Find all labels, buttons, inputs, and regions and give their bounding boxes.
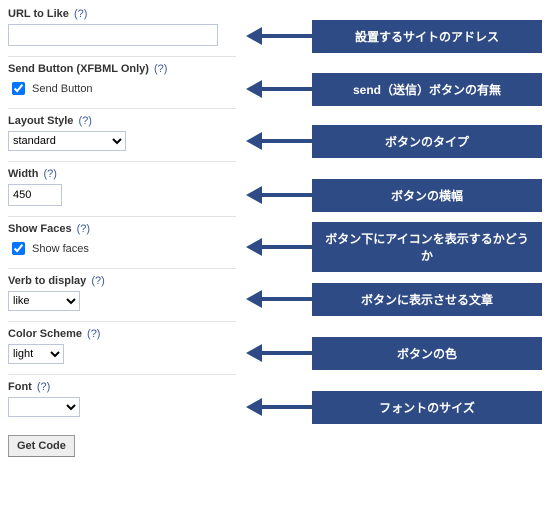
- width-input[interactable]: [8, 184, 62, 206]
- label-layout: Layout Style (?): [8, 115, 236, 127]
- get-code-button[interactable]: Get Code: [8, 435, 75, 457]
- help-icon[interactable]: (?): [91, 275, 104, 287]
- annot-width: ボタンの横幅: [246, 168, 542, 222]
- annot-send: send（送信）ボタンの有無: [246, 64, 542, 114]
- label-text: Send Button (XFBML Only): [8, 63, 149, 75]
- annot-faces: ボタン下にアイコンを表示するかどうか: [246, 222, 542, 272]
- annot-text: send（送信）ボタンの有無: [312, 73, 542, 106]
- section-color: Color Scheme (?) light: [8, 321, 236, 374]
- label-text: Font: [8, 381, 32, 393]
- send-checkbox-label: Send Button: [32, 83, 93, 95]
- annot-text: ボタンのタイプ: [312, 125, 542, 158]
- label-url: URL to Like (?): [8, 8, 236, 20]
- annot-color: ボタンの色: [246, 326, 542, 380]
- font-select[interactable]: [8, 397, 80, 417]
- label-text: Layout Style: [8, 115, 73, 127]
- annot-text: ボタン下にアイコンを表示するかどうか: [312, 222, 542, 272]
- section-faces: Show Faces (?) Show faces: [8, 216, 236, 268]
- help-icon[interactable]: (?): [87, 328, 100, 340]
- annotation-column: 設置するサイトのアドレス send（送信）ボタンの有無 ボタンのタイプ ボタンの…: [236, 8, 542, 457]
- label-send: Send Button (XFBML Only) (?): [8, 63, 236, 75]
- annot-text: フォントのサイズ: [312, 391, 542, 424]
- label-text: URL to Like: [8, 8, 69, 20]
- plugin-configurator: URL to Like (?) Send Button (XFBML Only)…: [8, 8, 542, 457]
- arrow-icon: [246, 390, 312, 424]
- arrow-icon: [246, 230, 312, 264]
- annot-text: ボタンの色: [312, 337, 542, 370]
- annot-text: ボタンの横幅: [312, 179, 542, 212]
- section-width: Width (?): [8, 161, 236, 216]
- arrow-icon: [246, 282, 312, 316]
- label-faces: Show Faces (?): [8, 223, 236, 235]
- annot-text: 設置するサイトのアドレス: [312, 20, 542, 53]
- section-send: Send Button (XFBML Only) (?) Send Button: [8, 56, 236, 108]
- label-color: Color Scheme (?): [8, 328, 236, 340]
- send-checkbox[interactable]: [12, 82, 25, 95]
- label-text: Show Faces: [8, 223, 72, 235]
- layout-select[interactable]: standard: [8, 131, 126, 151]
- label-text: Width: [8, 168, 38, 180]
- section-verb: Verb to display (?) like: [8, 268, 236, 321]
- annot-url: 設置するサイトのアドレス: [246, 8, 542, 64]
- help-icon[interactable]: (?): [154, 63, 167, 75]
- annot-text: ボタンに表示させる文章: [312, 283, 542, 316]
- verb-select[interactable]: like: [8, 291, 80, 311]
- annot-font: フォントのサイズ: [246, 380, 542, 434]
- label-font: Font (?): [8, 381, 236, 393]
- help-icon[interactable]: (?): [78, 115, 91, 127]
- url-input[interactable]: [8, 24, 218, 46]
- color-select[interactable]: light: [8, 344, 64, 364]
- help-icon[interactable]: (?): [44, 168, 57, 180]
- form-column: URL to Like (?) Send Button (XFBML Only)…: [8, 8, 236, 457]
- arrow-icon: [246, 72, 312, 106]
- section-layout: Layout Style (?) standard: [8, 108, 236, 161]
- arrow-icon: [246, 124, 312, 158]
- arrow-icon: [246, 19, 312, 53]
- section-font: Font (?): [8, 374, 236, 427]
- help-icon[interactable]: (?): [77, 223, 90, 235]
- arrow-icon: [246, 178, 312, 212]
- label-verb: Verb to display (?): [8, 275, 236, 287]
- label-text: Color Scheme: [8, 328, 82, 340]
- faces-checkbox-label: Show faces: [32, 243, 89, 255]
- help-icon[interactable]: (?): [37, 381, 50, 393]
- label-width: Width (?): [8, 168, 236, 180]
- section-url: URL to Like (?): [8, 8, 236, 56]
- annot-layout: ボタンのタイプ: [246, 114, 542, 168]
- arrow-icon: [246, 336, 312, 370]
- annot-verb: ボタンに表示させる文章: [246, 272, 542, 326]
- faces-checkbox[interactable]: [12, 242, 25, 255]
- label-text: Verb to display: [8, 275, 86, 287]
- help-icon[interactable]: (?): [74, 8, 87, 20]
